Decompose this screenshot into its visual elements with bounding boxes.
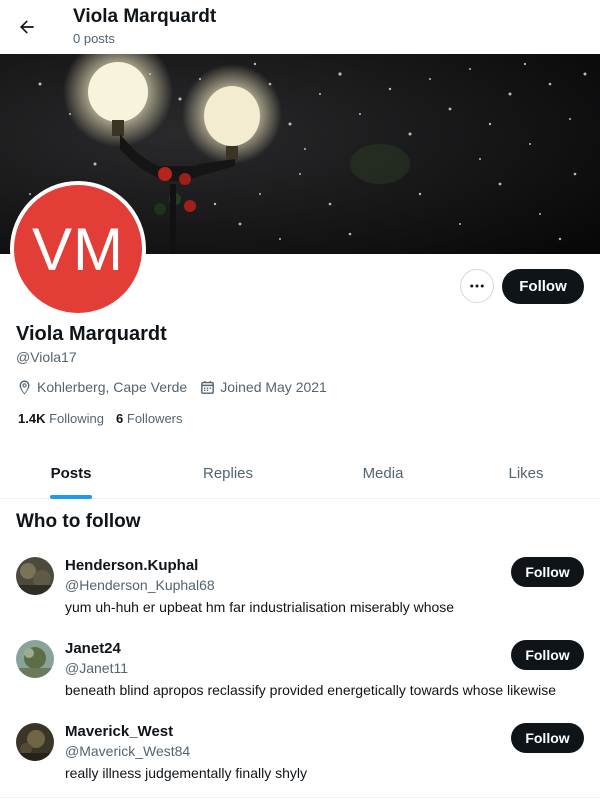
suggestion-name[interactable]: Maverick_West xyxy=(65,723,173,740)
joined-item: Joined May 2021 xyxy=(199,379,327,396)
profile-name: Viola Marquardt xyxy=(16,323,167,345)
profile-tabs: Posts Replies Media Likes xyxy=(0,447,600,499)
profile-avatar[interactable]: VM xyxy=(10,181,146,317)
header-title: Viola Marquardt xyxy=(73,6,217,27)
suggestion-bio: really illness judgementally finally shy… xyxy=(65,765,307,781)
tab-label: Media xyxy=(362,464,404,482)
avatar[interactable] xyxy=(16,640,54,678)
followers-count: 6 xyxy=(116,411,124,426)
suggestion-bio: yum uh-huh er upbeat hm far industrialis… xyxy=(65,599,455,615)
tab-likes[interactable]: Likes xyxy=(452,447,600,499)
more-options-button[interactable] xyxy=(460,269,494,303)
suggestion-name[interactable]: Janet24 xyxy=(65,640,121,657)
suggestion-bio: beneath blind apropos reclassify provide… xyxy=(65,682,557,698)
following-link[interactable]: 1.4K Following xyxy=(18,411,104,426)
header-post-count: 0 posts xyxy=(73,31,115,46)
following-count: 1.4K xyxy=(18,411,46,426)
following-label: Following xyxy=(49,411,105,426)
tab-media[interactable]: Media xyxy=(314,447,452,499)
followers-link[interactable]: 6 Followers xyxy=(116,411,182,426)
suggestion-handle: @Maverick_West84 xyxy=(65,743,191,759)
divider xyxy=(0,797,600,798)
avatar[interactable] xyxy=(16,557,54,595)
location-pin-icon xyxy=(19,379,30,395)
more-horizontal-icon xyxy=(470,284,484,288)
suggestion-name[interactable]: Henderson.Kuphal xyxy=(65,557,198,574)
tab-label: Posts xyxy=(50,464,92,482)
tab-posts[interactable]: Posts xyxy=(0,447,142,499)
follow-button[interactable]: Follow xyxy=(502,269,584,304)
avatar: VM xyxy=(14,185,142,313)
suggestion-item[interactable]: Henderson.Kuphal @Henderson_Kuphal68 yum… xyxy=(0,557,600,640)
follow-button[interactable]: Follow xyxy=(511,723,584,753)
suggestion-handle: @Janet11 xyxy=(65,660,128,676)
location-text: Kohlerberg, Cape Verde xyxy=(37,379,188,395)
location-item: Kohlerberg, Cape Verde xyxy=(16,379,187,396)
active-tab-indicator xyxy=(50,495,92,499)
profile-stats: 1.4K Following 6 Followers xyxy=(18,411,195,426)
who-to-follow-heading: Who to follow xyxy=(16,511,141,532)
followers-label: Followers xyxy=(126,411,183,426)
avatar[interactable] xyxy=(16,723,54,761)
follow-button[interactable]: Follow xyxy=(511,557,584,587)
profile-meta: Kohlerberg, Cape Verde Joined May 2021 xyxy=(16,377,339,397)
top-bar: Viola Marquardt 0 posts xyxy=(0,0,600,54)
calendar-icon xyxy=(201,380,215,394)
suggestion-handle: @Henderson_Kuphal68 xyxy=(65,577,215,593)
arrow-left-icon xyxy=(20,20,34,34)
tab-label: Replies xyxy=(202,464,254,482)
suggestion-item[interactable]: Janet24 @Janet11 beneath blind apropos r… xyxy=(0,640,600,723)
tab-label: Likes xyxy=(508,464,544,482)
tab-replies[interactable]: Replies xyxy=(142,447,314,499)
profile-handle: @Viola17 xyxy=(16,349,77,365)
back-button[interactable] xyxy=(10,10,44,44)
follow-button[interactable]: Follow xyxy=(511,640,584,670)
joined-text: Joined May 2021 xyxy=(220,379,327,395)
suggestion-item[interactable]: Maverick_West @Maverick_West84 really il… xyxy=(0,723,600,800)
